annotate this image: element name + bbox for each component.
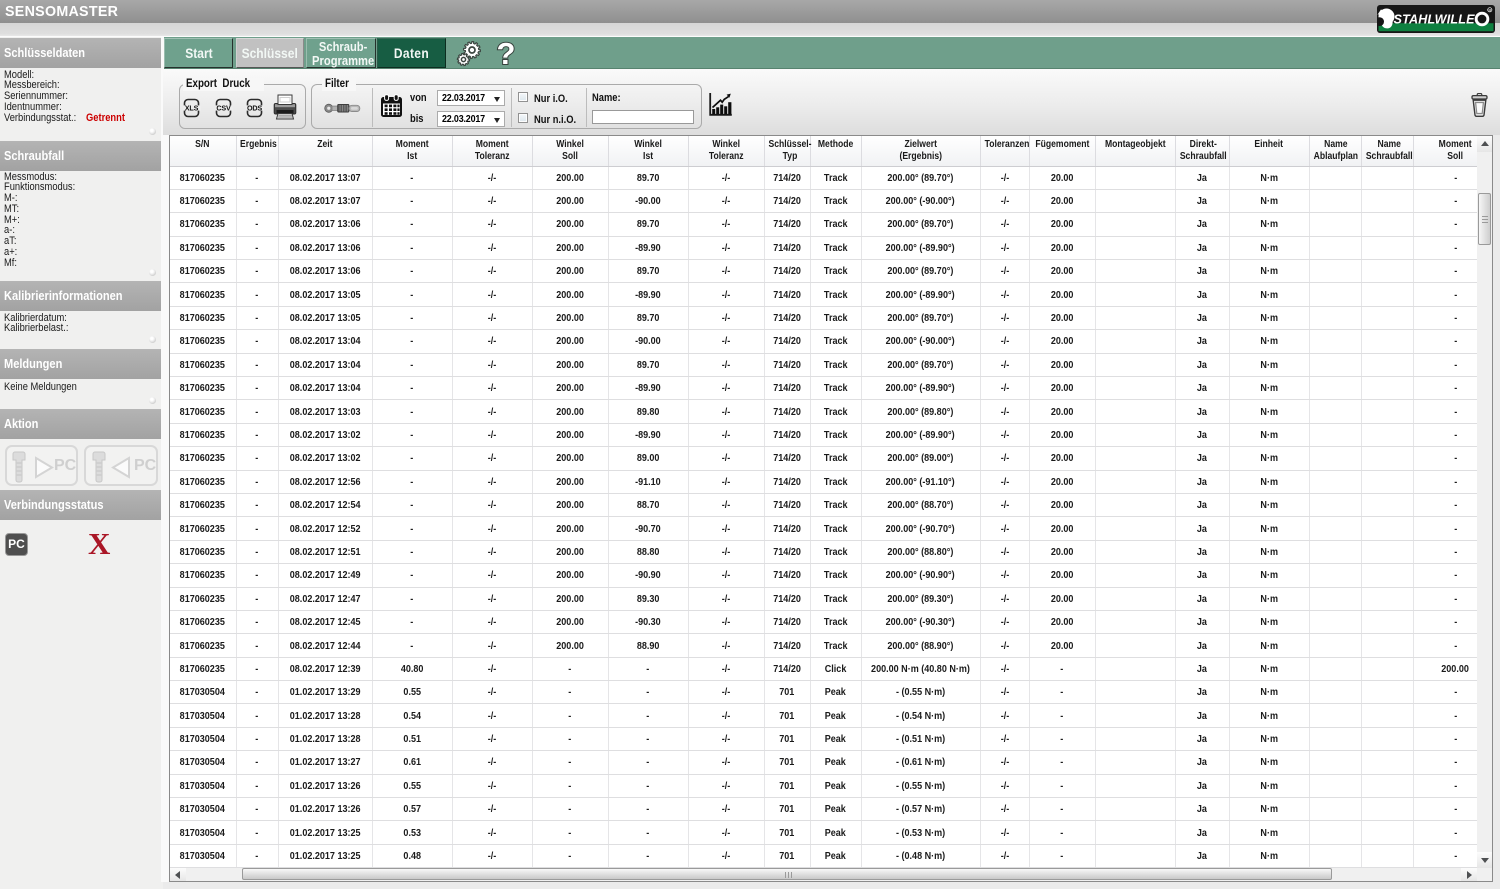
svg-text:CSV: CSV bbox=[216, 103, 231, 112]
svg-text:STAHLWILLE: STAHLWILLE bbox=[1394, 12, 1476, 26]
svg-text:?: ? bbox=[497, 39, 516, 69]
svg-text:XLS: XLS bbox=[185, 103, 199, 112]
svg-text:R: R bbox=[1489, 7, 1492, 12]
svg-text:ODS: ODS bbox=[247, 103, 262, 112]
